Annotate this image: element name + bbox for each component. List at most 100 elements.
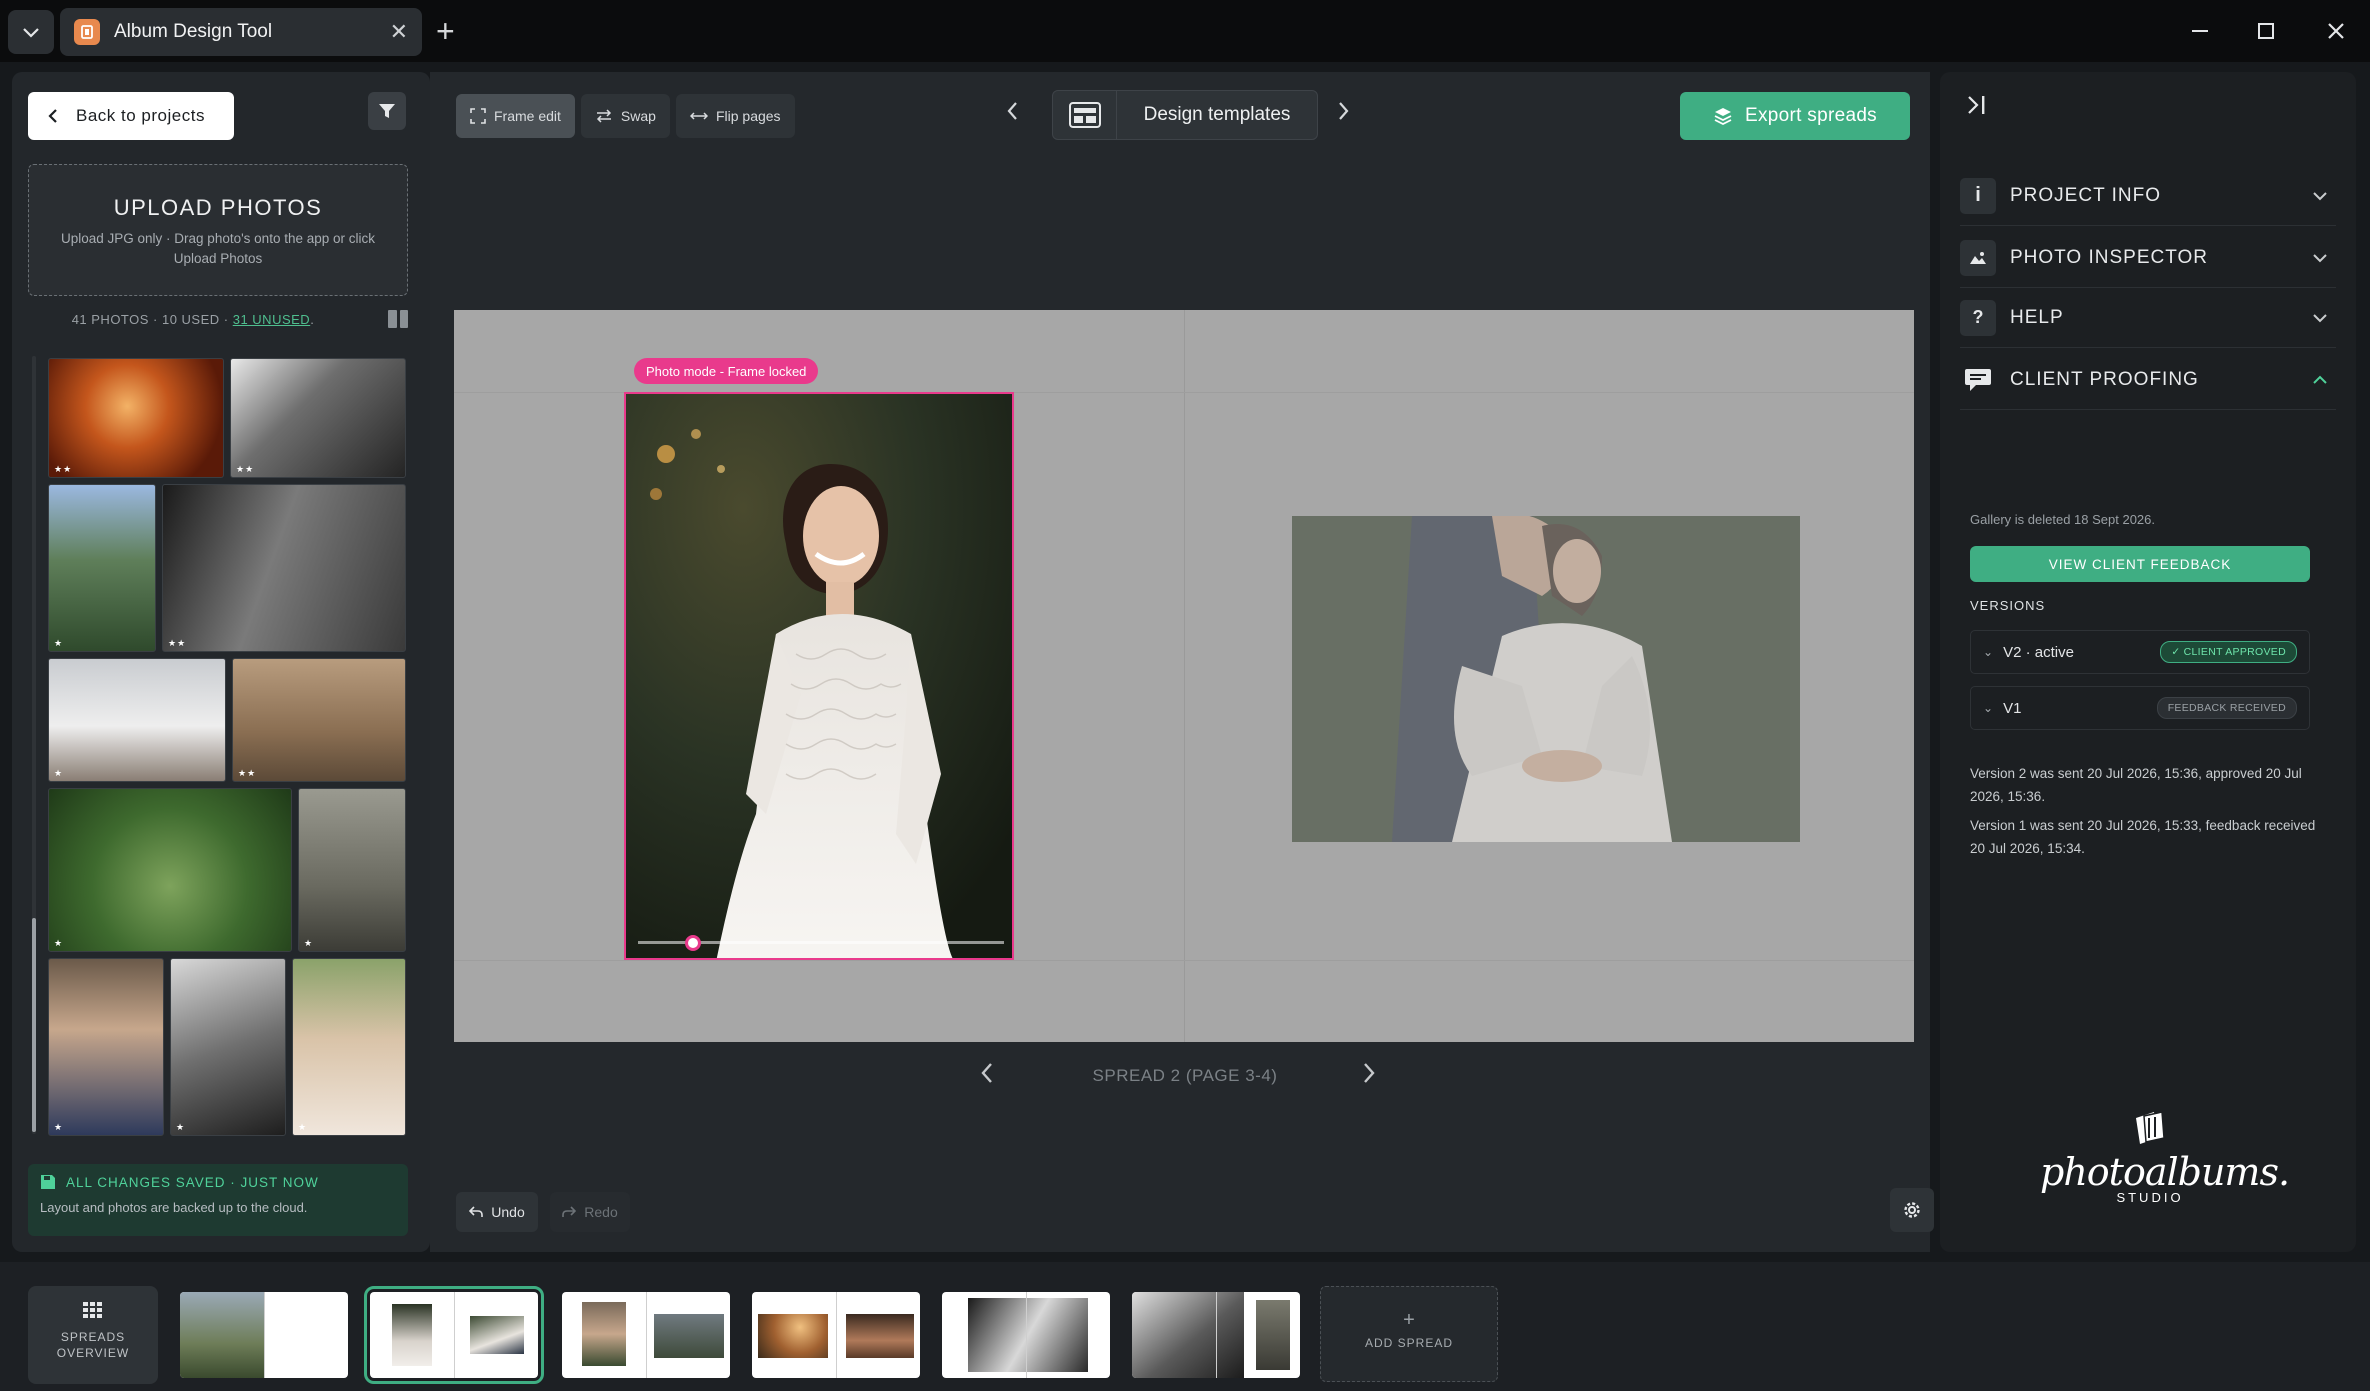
app-logo-icon [74,19,100,45]
close-window-button[interactable] [2316,14,2356,48]
versions-heading: VERSIONS [1970,598,2046,613]
accordion-label: PHOTO INSPECTOR [2010,246,2208,268]
view-client-feedback-button[interactable]: VIEW CLIENT FEEDBACK [1970,546,2310,582]
previous-spread-button[interactable] [980,1058,994,1092]
accordion-project-info[interactable]: i PROJECT INFO [1960,166,2336,226]
spread-thumb-photo [392,1304,432,1366]
plus-icon: + [1403,1309,1415,1331]
accordion-help[interactable]: ? HELP [1960,288,2336,348]
swap-icon [596,109,611,123]
photo-thumbnail[interactable]: ★★ [230,358,406,478]
spread-thumbnail[interactable] [562,1292,730,1378]
accordion-photo-inspector[interactable]: PHOTO INSPECTOR [1960,228,2336,288]
photo-thumbnail[interactable]: ★★ [162,484,406,652]
export-label: Export spreads [1745,105,1877,126]
photo-stack-icon [2136,1111,2165,1144]
spread-thumbnail[interactable] [752,1292,920,1378]
save-status: ALL CHANGES SAVED · JUST NOW [40,1174,396,1190]
left-page-photo-frame[interactable] [624,392,1014,960]
rating-stars: ★ [304,938,314,948]
export-spreads-button[interactable]: Export spreads [1680,92,1910,140]
counts-text: 41 PHOTOS · 10 USED · [71,312,233,327]
tab-list-dropdown-button[interactable] [8,10,54,54]
back-label: Back to projects [76,106,205,125]
album-spread[interactable]: Photo mode - Frame locked [454,310,1914,1042]
counts-suffix: . [310,312,315,327]
chevron-right-icon [1339,102,1349,120]
redo-button[interactable]: Redo [550,1192,630,1232]
grid-icon [83,1302,102,1318]
chevron-left-icon [48,109,57,123]
swap-button[interactable]: Swap [580,94,670,138]
grid-layout-toggle-icon[interactable] [388,310,408,328]
photo-thumbnail[interactable]: ★ [48,958,164,1136]
minimize-button[interactable] [2180,14,2220,48]
logo-wordmark: photoalbums. [2040,1150,2290,1194]
frame-edit-button[interactable]: Frame edit [456,94,575,138]
upload-photos-dropzone[interactable]: UPLOAD PHOTOS Upload JPG only · Drag pho… [28,164,408,296]
chevron-down-icon [23,28,39,38]
add-spread-button[interactable]: + ADD SPREAD [1320,1286,1498,1382]
add-spread-label: ADD SPREAD [1364,1336,1454,1350]
spread-strip: SPREADS OVERVIEW + ADD SPREAD [0,1262,2370,1391]
bride-portrait-photo [626,394,1012,958]
canvas-settings-button[interactable] [1890,1188,1934,1232]
accordion-label: PROJECT INFO [2010,184,2161,206]
minimize-icon [2192,30,2208,32]
active-tab[interactable]: Album Design Tool ✕ [60,8,422,56]
photo-thumbnail[interactable]: ★★ [232,658,406,782]
unused-photos-link[interactable]: 31 UNUSED [233,312,310,327]
photo-library-panel: Back to projects UPLOAD PHOTOS Upload JP… [12,72,430,1252]
previous-template-button[interactable] [1006,100,1018,128]
info-icon: i [1960,177,1996,214]
spread-thumbnail[interactable] [1132,1292,1300,1378]
tab-title: Album Design Tool [114,21,273,42]
frame-icon [470,108,486,124]
photo-mode-badge: Photo mode - Frame locked [634,358,819,384]
spread-thumbnail-active[interactable] [364,1286,544,1384]
save-icon [41,1175,55,1189]
undo-button[interactable]: Undo [456,1192,538,1232]
zoom-slider-handle[interactable] [684,935,701,951]
photo-thumbnail[interactable]: ★ [48,484,156,652]
rating-stars: ★★ [236,464,255,474]
flip-pages-label: Flip pages [715,108,781,124]
accordion-client-proofing[interactable]: CLIENT PROOFING [1960,350,2336,410]
next-spread-button[interactable] [1362,1058,1376,1092]
upload-instructions: Upload JPG only · Drag photo's onto the … [61,231,375,266]
photo-thumbnail[interactable]: ★ [292,958,406,1136]
next-template-button[interactable] [1338,100,1350,128]
maximize-button[interactable] [2246,14,2286,48]
photo-thumbnail[interactable]: ★ [170,958,286,1136]
right-page-photo-frame[interactable] [1292,516,1800,842]
back-to-projects-button[interactable]: Back to projects [28,92,234,140]
save-status-title: ALL CHANGES SAVED · JUST NOW [66,1174,319,1190]
version-row-v1[interactable]: ⌄ V1 FEEDBACK RECEIVED [1970,686,2310,730]
close-tab-icon[interactable]: ✕ [390,19,408,45]
photo-thumbnail[interactable]: ★ [48,658,226,782]
upload-title: UPLOAD PHOTOS [113,195,323,220]
collapse-panel-button[interactable] [1966,94,1988,123]
spread-thumb-photo [470,1316,524,1354]
version-row-v2[interactable]: ⌄ V2 · active ✓ CLIENT APPROVED [1970,630,2310,674]
flip-pages-button[interactable]: Flip pages [675,94,795,138]
photo-list-scrollbar[interactable] [32,918,36,1132]
new-tab-button[interactable]: + [436,14,455,48]
photo-thumbnail[interactable]: ★ [298,788,406,952]
rating-stars: ★ [54,938,64,948]
rating-stars: ★ [176,1122,186,1132]
status-badge: FEEDBACK RECEIVED [2156,697,2297,719]
spread-thumb-photo [968,1298,1088,1372]
chevron-down-icon [2312,307,2328,328]
version-label: V1 [2003,699,2022,717]
undo-label: Undo [491,1204,525,1220]
photo-thumbnail[interactable]: ★ [48,788,292,952]
spreads-overview-button[interactable]: SPREADS OVERVIEW [28,1286,158,1384]
spread-thumbnail[interactable] [180,1292,348,1378]
design-templates-button[interactable]: Design templates [1052,90,1318,140]
photo-thumbnail[interactable]: ★★ [48,358,224,478]
chevron-right-icon [1364,1063,1375,1083]
spread-thumbnail[interactable] [942,1292,1110,1378]
filter-button[interactable] [368,92,406,130]
maximize-icon [2258,23,2274,39]
